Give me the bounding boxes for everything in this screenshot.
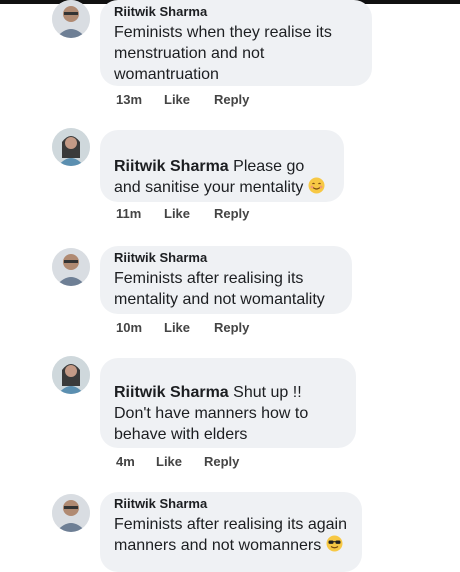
- comment-time[interactable]: 4m: [116, 454, 156, 469]
- like-button[interactable]: Like: [156, 454, 204, 469]
- comment-actions: 10m Like Reply: [116, 320, 249, 335]
- comment-author[interactable]: Riitwik Sharma: [114, 158, 229, 175]
- woman-avatar-icon: [52, 356, 90, 394]
- comment-time[interactable]: 11m: [116, 206, 164, 221]
- comment-author[interactable]: Riitwik Sharma: [114, 250, 338, 266]
- man-avatar-icon: [52, 248, 90, 286]
- comment-bubble: Riitwik Sharma Feminists when they reali…: [100, 0, 372, 86]
- comment-bubble: Riitwik Sharma Feminists after realising…: [100, 246, 352, 314]
- smiling-face-emoji-icon: [308, 177, 325, 194]
- comment-time[interactable]: 10m: [116, 320, 164, 335]
- comment-bubble: Riitwik Sharma Shut up !! Don't have man…: [100, 358, 356, 448]
- comment-text: Feminists after realising its again mann…: [114, 514, 348, 556]
- comment-time[interactable]: 13m: [116, 92, 164, 107]
- avatar[interactable]: [52, 494, 90, 532]
- avatar[interactable]: [52, 248, 90, 286]
- comment-bubble: Riitwik Sharma Please go and sanitise yo…: [100, 130, 344, 202]
- comment-actions: 11m Like Reply: [116, 206, 249, 221]
- comment-actions: 13m Like Reply: [116, 92, 249, 107]
- like-button[interactable]: Like: [164, 206, 214, 221]
- comment-bubble: Riitwik Sharma Feminists after realising…: [100, 492, 362, 572]
- avatar[interactable]: [52, 356, 90, 394]
- comment-text: Riitwik Sharma Shut up !! Don't have man…: [114, 382, 342, 445]
- comment-text: Riitwik Sharma Please go and sanitise yo…: [114, 156, 330, 198]
- comment-actions: 4m Like Reply: [116, 454, 239, 469]
- avatar[interactable]: [52, 128, 90, 166]
- comment-author[interactable]: Riitwik Sharma: [114, 4, 358, 20]
- reply-button[interactable]: Reply: [214, 206, 249, 221]
- reply-button[interactable]: Reply: [204, 454, 239, 469]
- like-button[interactable]: Like: [164, 92, 214, 107]
- man-avatar-icon: [52, 494, 90, 532]
- comment-author[interactable]: Riitwik Sharma: [114, 384, 229, 401]
- comment-author[interactable]: Riitwik Sharma: [114, 496, 348, 512]
- like-button[interactable]: Like: [164, 320, 214, 335]
- man-avatar-icon: [52, 0, 90, 38]
- woman-avatar-icon: [52, 128, 90, 166]
- reply-button[interactable]: Reply: [214, 320, 249, 335]
- comment-text: Feminists after realising its mentality …: [114, 270, 325, 308]
- comment-body: Feminists after realising its again mann…: [114, 516, 347, 554]
- sunglasses-face-emoji-icon: [326, 535, 343, 552]
- comment-text: Feminists when they realise its menstrua…: [114, 24, 332, 83]
- avatar[interactable]: [52, 0, 90, 38]
- reply-button[interactable]: Reply: [214, 92, 249, 107]
